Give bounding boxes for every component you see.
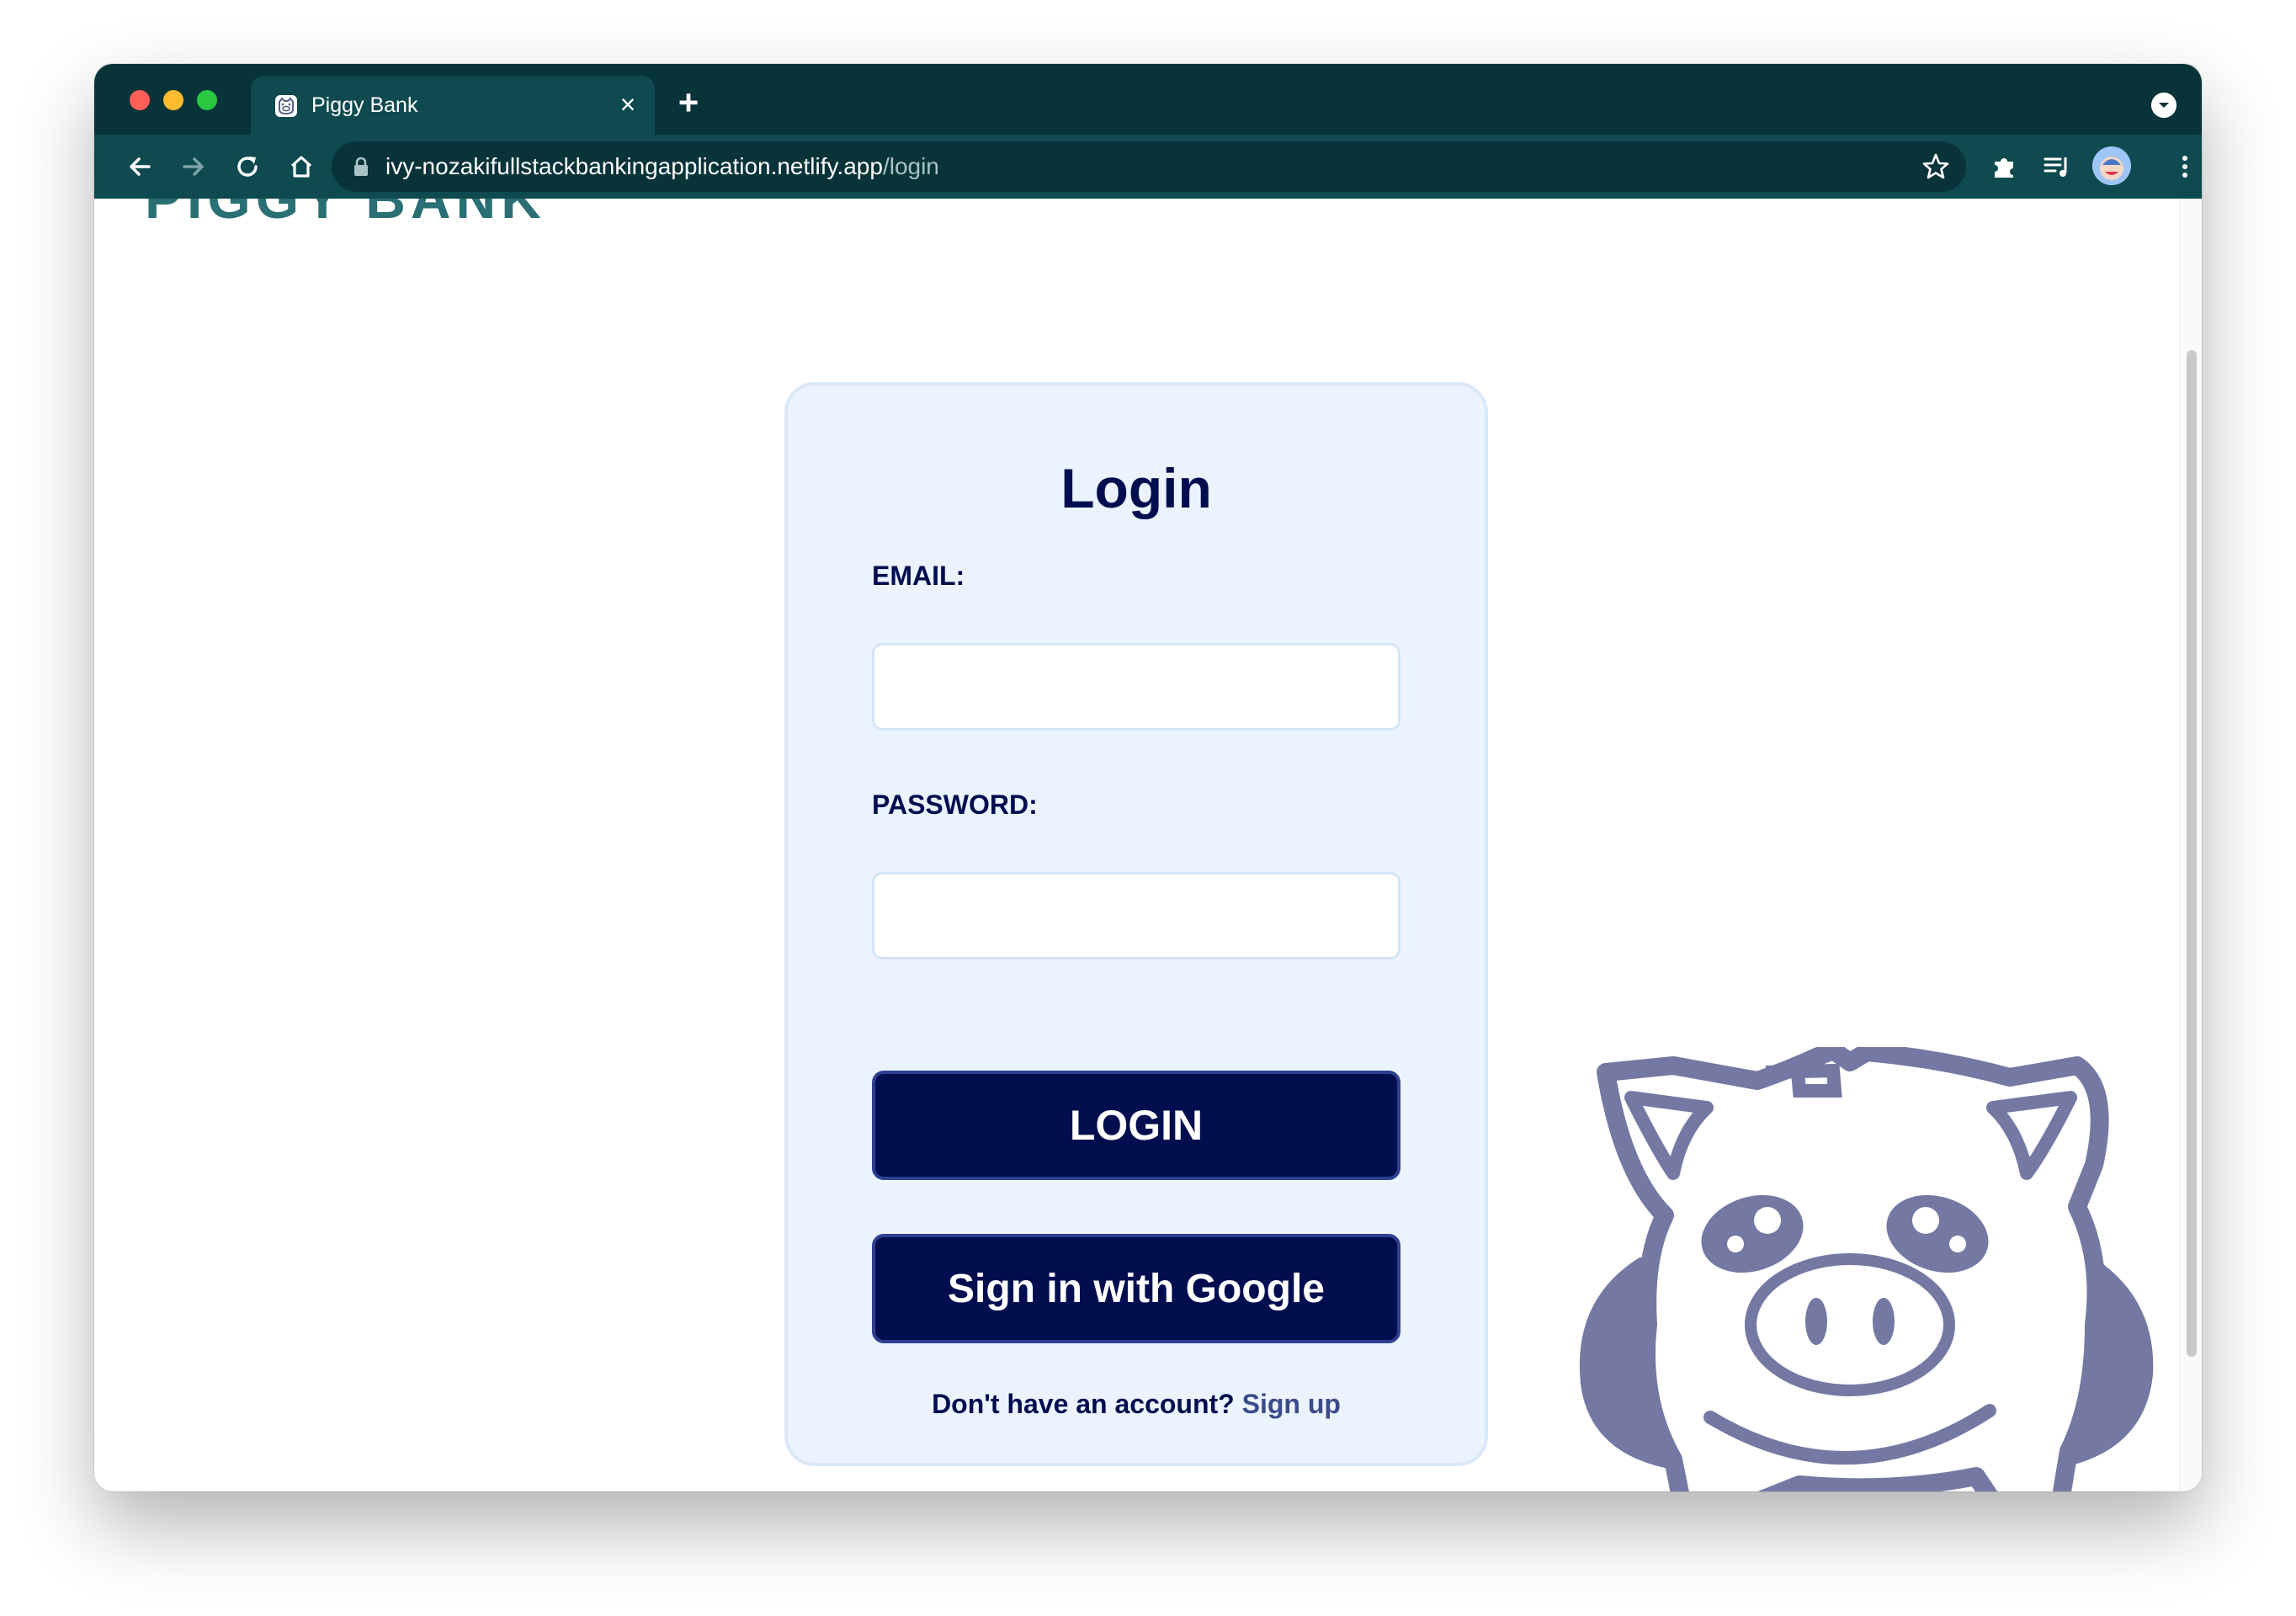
- address-bar[interactable]: ivy-nozakifullstackbankingapplication.ne…: [332, 141, 1966, 192]
- password-label: PASSWORD:: [872, 789, 1038, 820]
- email-field[interactable]: [872, 643, 1400, 731]
- reload-icon[interactable]: [231, 150, 264, 183]
- browser-window: Piggy Bank × + ivy-nozakifullstackbankin…: [94, 64, 2202, 1491]
- login-card: Login EMAIL: PASSWORD: LOGIN Sign in wit…: [784, 382, 1488, 1466]
- vertical-scrollbar[interactable]: [2179, 199, 2202, 1491]
- more-menu-icon[interactable]: [2168, 150, 2202, 183]
- google-sign-in-button[interactable]: Sign in with Google: [872, 1234, 1400, 1343]
- signup-link[interactable]: Sign up: [1242, 1389, 1341, 1419]
- page-title: Login: [1060, 457, 1212, 519]
- back-arrow-icon[interactable]: [123, 150, 157, 183]
- password-field[interactable]: [872, 872, 1400, 960]
- browser-toolbar: ivy-nozakifullstackbankingapplication.ne…: [94, 135, 2202, 199]
- extensions-puzzle-icon[interactable]: [1988, 150, 2022, 183]
- maximize-window-button[interactable]: [197, 90, 217, 110]
- signup-prompt-text: Don't have an account?: [932, 1389, 1235, 1419]
- signup-prompt: Don't have an account? Sign up: [788, 1389, 1485, 1420]
- tab-close-icon[interactable]: ×: [613, 89, 643, 120]
- profile-avatar[interactable]: [2092, 146, 2131, 185]
- bookmark-star-icon[interactable]: [1921, 152, 1951, 182]
- scrollbar-thumb[interactable]: [2187, 350, 2197, 1357]
- tab-title: Piggy Bank: [311, 93, 418, 117]
- home-icon[interactable]: [284, 150, 318, 183]
- minimize-window-button[interactable]: [163, 90, 183, 110]
- pig-favicon-icon: [275, 95, 297, 117]
- site-logo-partial[interactable]: PIGGY BANK: [145, 199, 546, 231]
- avatar-face-icon: [2092, 146, 2131, 185]
- media-queue-icon[interactable]: [2040, 150, 2074, 183]
- page-content: PIGGY BANK Login EMAIL: PASSWORD: LOGIN …: [94, 199, 2202, 1491]
- new-tab-plus-icon[interactable]: +: [672, 85, 705, 120]
- url-text: ivy-nozakifullstackbankingapplication.ne…: [385, 152, 939, 181]
- lock-icon: [354, 157, 368, 176]
- tab-strip: Piggy Bank × +: [94, 64, 2202, 135]
- email-label: EMAIL:: [872, 561, 965, 591]
- piggy-bank-illustration: [1579, 1047, 2154, 1491]
- login-button[interactable]: LOGIN: [872, 1071, 1400, 1180]
- tab-search-chevron-icon[interactable]: [2151, 93, 2176, 118]
- close-window-button[interactable]: [130, 90, 150, 110]
- forward-arrow-icon[interactable]: [177, 150, 210, 183]
- url-host: ivy-nozakifullstackbankingapplication.ne…: [385, 153, 883, 179]
- tab-piggy-bank[interactable]: Piggy Bank ×: [251, 76, 655, 135]
- url-path: /login: [882, 153, 939, 179]
